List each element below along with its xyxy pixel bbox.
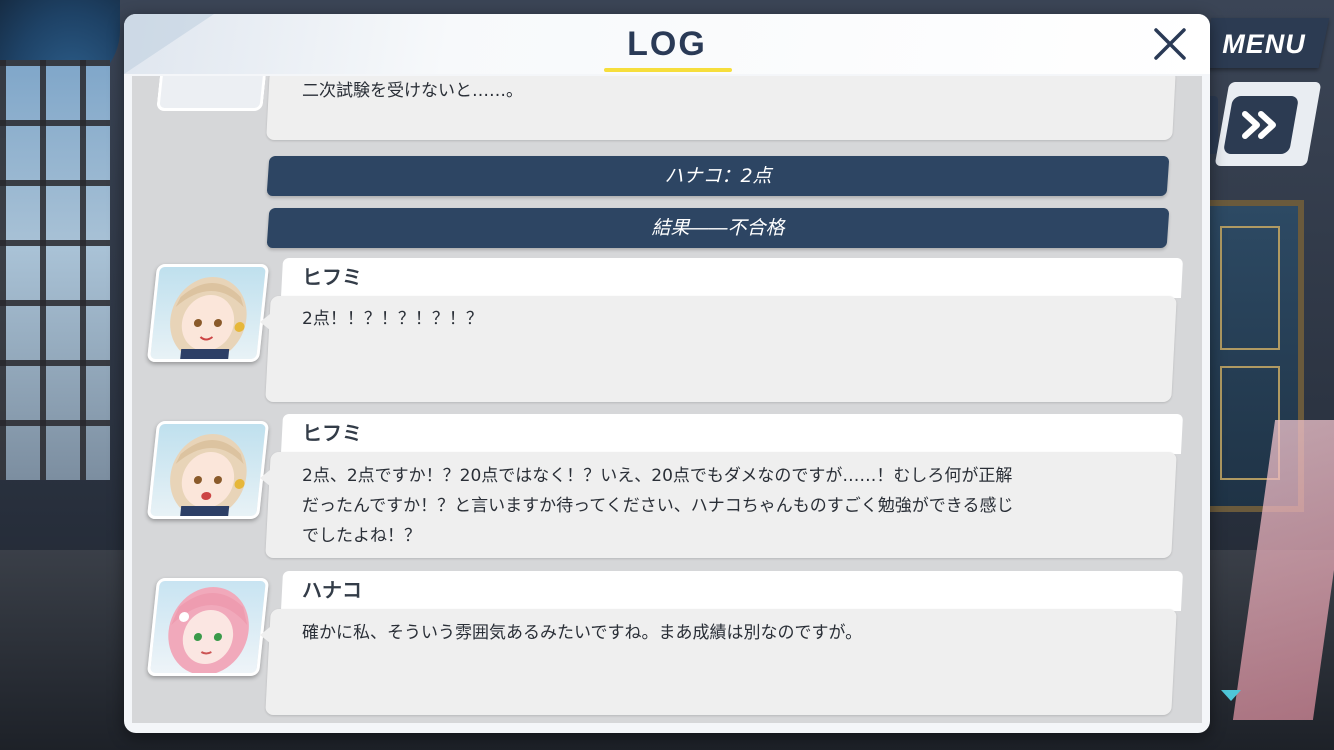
- close-icon: [1154, 28, 1186, 60]
- system-text: 結果――不合格: [651, 217, 785, 239]
- bubble-tail: [260, 470, 270, 486]
- speaker-name: ヒフミ: [302, 421, 362, 445]
- message-text: 2点、2点ですか！？20点ではなく！？いえ、20点でもダメなのですが……！むしろ…: [302, 466, 1014, 546]
- message-text: 二次試験を受けないと……。: [302, 81, 523, 101]
- bubble-tail: [260, 627, 270, 643]
- background-window: [0, 60, 110, 480]
- message-text: 確かに私、そういう雰囲気あるみたいですね。まあ成績は別なのですが。: [302, 623, 863, 643]
- log-title: LOG: [627, 25, 707, 63]
- title-underline: [604, 68, 732, 72]
- avatar-hifumi: [146, 264, 270, 362]
- scroll-down-arrow-icon: [1221, 690, 1241, 701]
- avatar-partial: [156, 76, 266, 111]
- system-text: ハナコ：2点: [664, 165, 772, 187]
- menu-button[interactable]: MENU: [1214, 24, 1314, 64]
- fast-forward-icon: [1242, 111, 1276, 139]
- speaker-name: ヒフミ: [302, 265, 362, 289]
- message-text: 2点！！？！？！？！？: [302, 309, 483, 329]
- log-scroll-area[interactable]: 二次試験を受けないと……。 ハナコ：2点 結果――不合格 ヒフミ 2点！！？！？…: [132, 76, 1202, 723]
- avatar-hifumi: [146, 421, 270, 519]
- skip-button[interactable]: [1222, 96, 1300, 154]
- bubble-tail: [260, 314, 270, 330]
- speaker-name: ハナコ: [302, 578, 362, 602]
- log-header: LOG: [124, 14, 1210, 74]
- log-panel: LOG 二次試験を受けないと……。 ハナコ：2点 結果――不合格 ヒフミ 2点！…: [124, 14, 1210, 733]
- avatar-hanako: [146, 578, 270, 676]
- close-button[interactable]: [1150, 24, 1190, 64]
